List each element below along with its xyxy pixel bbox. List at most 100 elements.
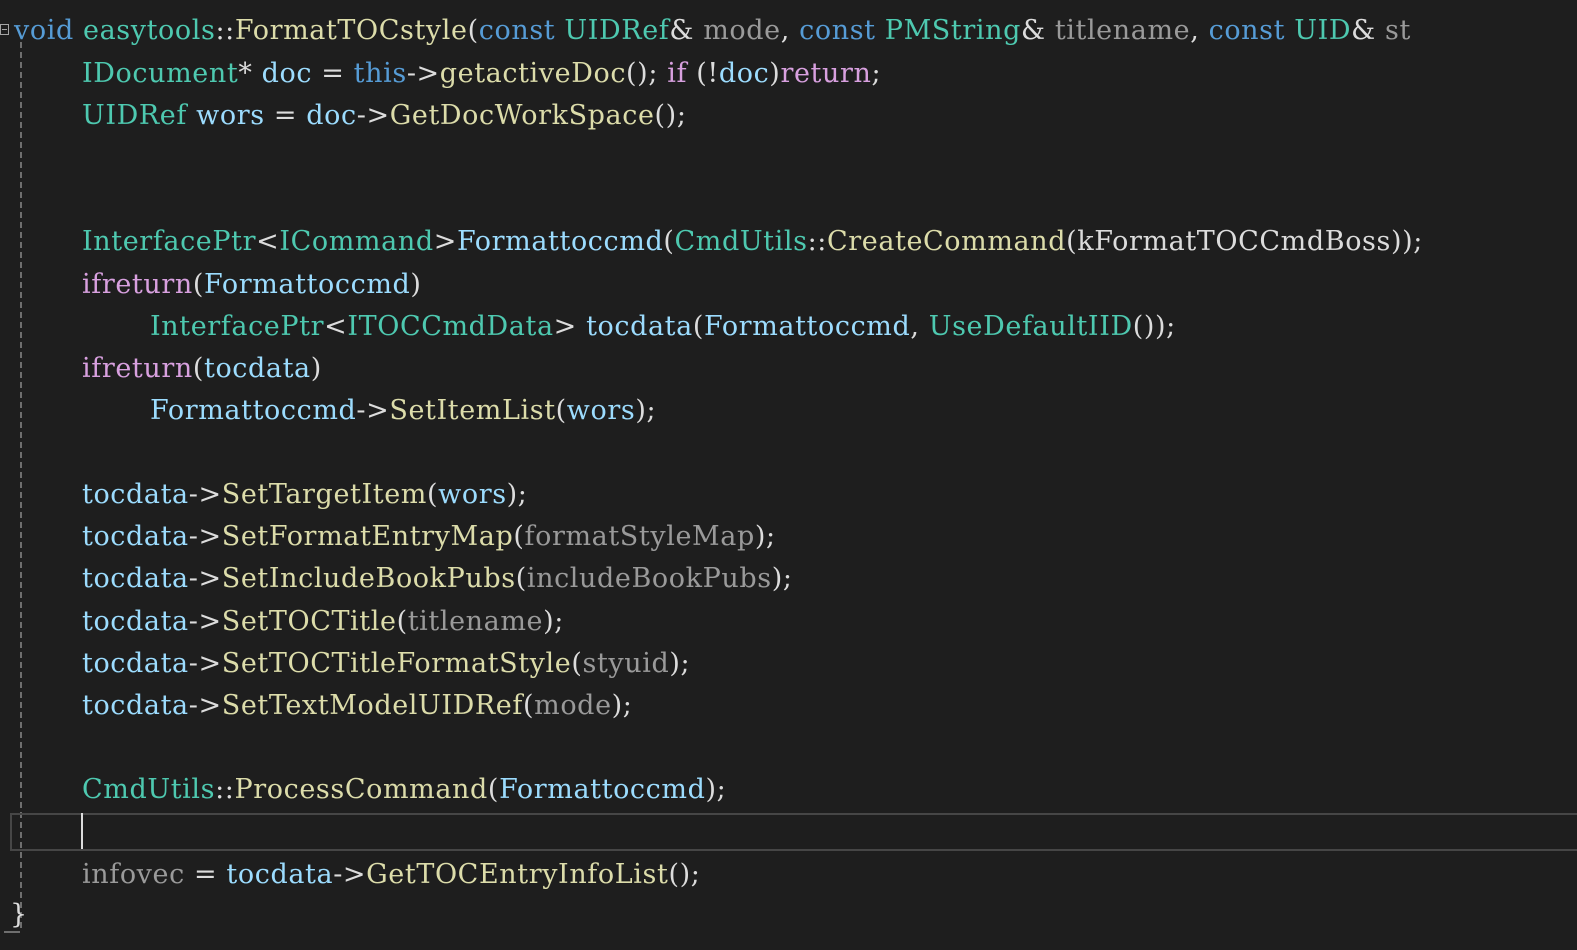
code-token: styuid <box>582 648 670 679</box>
code-token: InterfacePtr <box>150 311 325 342</box>
code-token: Formattoccmd <box>456 226 664 257</box>
code-token: -> <box>356 395 390 426</box>
code-token: tocdata <box>82 606 189 637</box>
code-text: InterfacePtr<ICommand>Formattoccmd(CmdUt… <box>82 221 1423 263</box>
code-token: & <box>1351 15 1385 46</box>
code-token: * <box>238 58 262 89</box>
code-token: , <box>910 311 929 342</box>
code-token: -> <box>188 648 222 679</box>
code-line[interactable] <box>0 179 1577 221</box>
code-token: ; <box>871 58 882 89</box>
code-token: UIDRef <box>564 15 670 46</box>
code-editor[interactable]: void easytools::FormatTOCstyle(const UID… <box>0 0 1577 950</box>
code-line[interactable]: InterfacePtr<ITOCCmdData> tocdata(Format… <box>0 306 1577 348</box>
code-token: tocdata <box>586 311 693 342</box>
code-token: const <box>478 15 556 46</box>
code-token: ); <box>611 690 633 721</box>
code-token: ( <box>487 774 500 805</box>
code-token: ifreturn <box>82 353 193 384</box>
code-line[interactable]: InterfacePtr<ICommand>Formattoccmd(CmdUt… <box>0 221 1577 263</box>
code-token: -> <box>188 563 222 594</box>
code-token: return <box>780 58 872 89</box>
code-token: ); <box>705 774 727 805</box>
code-line[interactable]: infovec = tocdata->GetTOCEntryInfoList()… <box>0 854 1577 896</box>
code-token: & <box>669 15 704 46</box>
code-token: mode <box>703 15 781 46</box>
code-token: = <box>184 859 227 890</box>
code-text: ifreturn(tocdata) <box>82 348 322 390</box>
code-line[interactable]: tocdata->SetTOCTitle(titlename); <box>0 601 1577 643</box>
code-token: Formattoccmd <box>204 269 411 300</box>
code-token: ) <box>769 58 781 89</box>
code-token: IDocument <box>82 58 239 89</box>
code-token: doc <box>306 100 357 131</box>
code-token: ProcessCommand <box>234 774 488 805</box>
code-token: ); <box>771 563 793 594</box>
code-token: -> <box>406 58 440 89</box>
code-token: :: <box>215 15 235 46</box>
code-token: Formattoccmd <box>703 311 911 342</box>
code-line[interactable] <box>0 432 1577 474</box>
code-token: SetTOCTitle <box>221 606 397 637</box>
code-text: CmdUtils::ProcessCommand(Formattoccmd); <box>82 769 726 811</box>
code-token: ()); <box>1132 311 1176 342</box>
code-token: FormatTOCstyle <box>234 15 468 46</box>
code-token: ( <box>426 479 439 510</box>
code-token: (); <box>626 58 668 89</box>
code-token: mode <box>534 690 612 721</box>
code-token: InterfacePtr <box>82 226 257 257</box>
code-line[interactable]: IDocument* doc = this->getactiveDoc(); i… <box>0 53 1577 95</box>
code-token: CmdUtils <box>674 226 808 257</box>
code-line[interactable]: void easytools::FormatTOCstyle(const UID… <box>0 10 1577 52</box>
code-token: :: <box>215 774 235 805</box>
code-token: > <box>433 226 457 257</box>
code-line[interactable]: tocdata->SetTextModelUIDRef(mode); <box>0 685 1577 727</box>
code-token: UseDefaultIID <box>928 311 1133 342</box>
code-line[interactable]: CmdUtils::ProcessCommand(Formattoccmd); <box>0 769 1577 811</box>
code-line[interactable] <box>0 811 1577 853</box>
code-text: tocdata->SetTOCTitle(titlename); <box>82 601 564 643</box>
code-token: = <box>264 100 307 131</box>
code-token: ( <box>192 269 204 300</box>
code-token: GetDocWorkSpace <box>389 100 655 131</box>
code-token: ITOCCmdData <box>347 311 554 342</box>
code-token: ); <box>635 395 657 426</box>
code-token: includeBookPubs <box>526 563 772 594</box>
code-line[interactable]: UIDRef wors = doc->GetDocWorkSpace(); <box>0 95 1577 137</box>
code-line[interactable]: tocdata->SetFormatEntryMap(formatStyleMa… <box>0 516 1577 558</box>
code-line[interactable] <box>0 727 1577 769</box>
code-token: if <box>667 58 688 89</box>
code-token: -> <box>356 100 390 131</box>
code-token: , <box>780 15 800 46</box>
code-token: SetTextModelUIDRef <box>221 690 523 721</box>
code-line[interactable]: } <box>0 894 1577 936</box>
code-token: PMString <box>884 15 1021 46</box>
code-token: this <box>353 58 407 89</box>
code-token: , <box>1190 15 1209 46</box>
code-text: UIDRef wors = doc->GetDocWorkSpace(); <box>82 95 687 137</box>
code-text: tocdata->SetTOCTitleFormatStyle(styuid); <box>82 643 690 685</box>
code-token: (); <box>654 100 687 131</box>
code-token: ( <box>396 606 408 637</box>
code-token: getactiveDoc <box>439 58 627 89</box>
code-line[interactable]: ifreturn(tocdata) <box>0 348 1577 390</box>
code-token: const <box>1208 15 1286 46</box>
code-line[interactable]: ifreturn(Formattoccmd) <box>0 264 1577 306</box>
code-token: ICommand <box>279 226 434 257</box>
code-token: ( <box>663 226 675 257</box>
code-line[interactable] <box>0 137 1577 179</box>
code-token: UID <box>1294 15 1352 46</box>
code-token: (! <box>687 58 719 89</box>
code-line[interactable]: tocdata->SetTOCTitleFormatStyle(styuid); <box>0 643 1577 685</box>
code-token: ); <box>506 479 528 510</box>
code-token: Formattoccmd <box>499 774 706 805</box>
code-token: tocdata <box>82 648 189 679</box>
code-line[interactable]: Formattoccmd->SetItemList(wors); <box>0 390 1577 432</box>
code-token: tocdata <box>82 521 189 552</box>
code-line[interactable]: tocdata->SetTargetItem(wors); <box>0 474 1577 516</box>
code-line[interactable]: tocdata->SetIncludeBookPubs(includeBookP… <box>0 558 1577 600</box>
code-token: } <box>10 899 28 930</box>
